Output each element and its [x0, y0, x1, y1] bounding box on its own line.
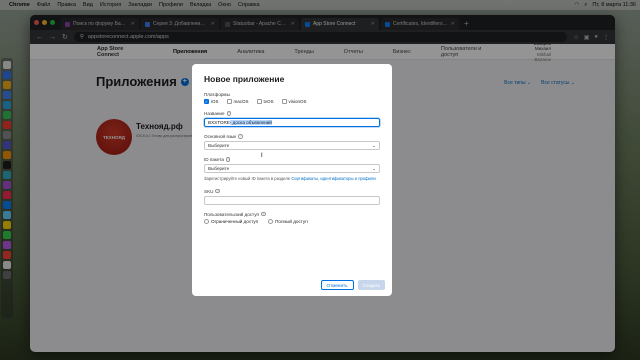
select-value: Выберите: [208, 143, 230, 148]
sku-input[interactable]: [204, 195, 380, 205]
checkbox-icon: [281, 99, 287, 104]
text-cursor-icon: I: [261, 153, 263, 159]
help-icon[interactable]: ?: [238, 134, 243, 139]
create-button[interactable]: Создать: [357, 280, 385, 290]
app-name-value: BXSTORE: [208, 120, 230, 125]
bundle-id-label: ID пакета?: [204, 157, 380, 162]
radio-label: Ограниченный доступ: [211, 218, 259, 224]
certificates-link[interactable]: Сертификаты, идентификаторы и профили: [291, 176, 375, 181]
checkbox-label: tvOS: [263, 99, 274, 104]
checkbox-label: iOS: [211, 99, 219, 104]
checkbox-icon: [256, 99, 262, 104]
chevron-down-icon: ⌄: [372, 142, 376, 148]
help-icon[interactable]: ?: [261, 211, 266, 217]
platform-visionos-checkbox[interactable]: visionOS: [281, 99, 307, 104]
checkbox-checked-icon: ✓: [204, 99, 209, 104]
help-icon[interactable]: ?: [225, 157, 231, 162]
help-icon[interactable]: ?: [226, 111, 232, 116]
radio-label: Полный доступ: [275, 218, 308, 224]
new-app-dialog: Новое приложение Платформы ✓ iOS macOS tv…: [192, 64, 392, 296]
full-access-radio[interactable]: Полный доступ: [268, 218, 308, 224]
primary-language-select[interactable]: Выберите ⌄: [204, 141, 380, 150]
user-access-label-text: Пользовательский доступ: [204, 211, 259, 217]
name-label-text: Название: [204, 111, 225, 116]
sku-label-text: SKU: [204, 188, 214, 194]
platforms-label-text: Платформы: [204, 92, 230, 97]
app-name-selected-text: - доска объявлений: [229, 120, 272, 125]
radio-icon: [268, 218, 274, 224]
platforms-group: ✓ iOS macOS tvOS visionOS: [204, 99, 380, 104]
radio-icon: [204, 218, 209, 224]
select-value: Выберите: [208, 166, 230, 171]
hint-text: Зарегистрируйте новый ID пакета в раздел…: [204, 176, 291, 181]
name-label: Название?: [204, 111, 380, 116]
limited-access-radio[interactable]: Ограниченный доступ: [204, 218, 259, 224]
dialog-title: Новое приложение: [204, 74, 285, 84]
help-icon[interactable]: ?: [215, 188, 220, 194]
platform-ios-checkbox[interactable]: ✓ iOS: [204, 99, 219, 104]
checkbox-label: visionOS: [288, 99, 307, 104]
user-access-group: Ограниченный доступ Полный доступ: [204, 218, 380, 224]
checkbox-icon: [226, 99, 232, 104]
bundle-id-label-text: ID пакета: [204, 157, 224, 162]
cancel-button[interactable]: Отменить: [320, 280, 354, 290]
bundle-id-select[interactable]: Выберите ⌄: [204, 164, 380, 173]
checkbox-label: macOS: [233, 99, 249, 104]
language-label-text: Основной язык: [204, 134, 237, 139]
app-name-input[interactable]: BXSTORE - доска объявлений: [204, 118, 380, 127]
platform-macos-checkbox[interactable]: macOS: [226, 99, 249, 104]
language-label: Основной язык?: [204, 134, 380, 139]
bundle-id-hint: Зарегистрируйте новый ID пакета в раздел…: [204, 176, 380, 182]
platform-tvos-checkbox[interactable]: tvOS: [256, 99, 274, 104]
sku-label: SKU?: [204, 189, 380, 194]
chevron-down-icon: ⌄: [372, 165, 376, 171]
user-access-label: Пользовательский доступ?: [204, 212, 380, 217]
dialog-footer: Отменить Создать: [320, 280, 385, 290]
platforms-label: Платформы: [204, 92, 380, 97]
